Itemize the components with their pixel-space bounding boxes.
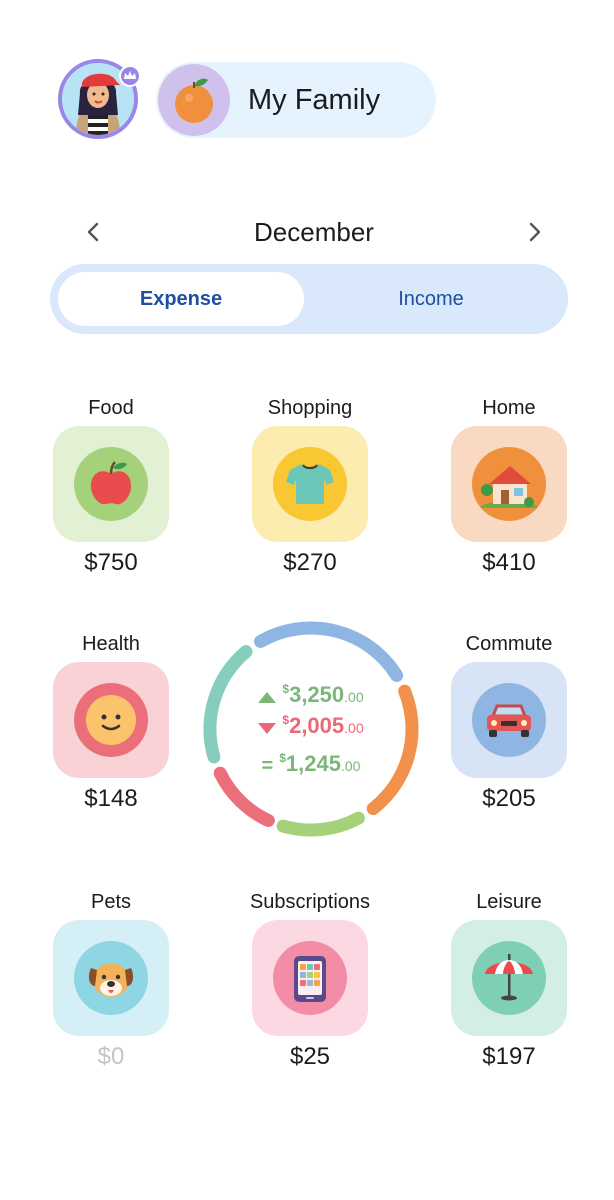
apple-icon: [74, 447, 148, 521]
month-navigator: December: [72, 208, 556, 256]
net-cents: .00: [340, 758, 361, 774]
category-label: Shopping: [267, 397, 353, 419]
category-subscriptions[interactable]: Subscriptions $25: [235, 888, 385, 1074]
category-tile[interactable]: [451, 920, 567, 1036]
currency-symbol: $: [279, 751, 286, 765]
category-shopping[interactable]: Shopping $270: [235, 394, 385, 580]
category-label: Subscriptions: [249, 891, 371, 913]
chevron-right-icon: [529, 222, 541, 242]
net-amount: 1,245: [285, 751, 341, 776]
beach-umbrella-icon: [472, 941, 546, 1015]
category-amount: $205: [482, 785, 536, 812]
expense-income-toggle: Expense Income: [50, 264, 568, 334]
category-tile[interactable]: [451, 662, 567, 778]
income-amount: 3,250: [289, 682, 345, 707]
category-pets[interactable]: Pets $0: [36, 888, 186, 1074]
arrow-down-icon: [258, 723, 277, 735]
house-icon: [472, 447, 546, 521]
family-avatar: [158, 64, 230, 136]
ring-segment: [366, 684, 419, 816]
category-tile[interactable]: [53, 426, 169, 542]
category-label: Pets: [90, 891, 132, 913]
tab-expense[interactable]: Expense: [58, 272, 304, 326]
smiley-face-icon: [74, 683, 148, 757]
category-label: Health: [82, 633, 140, 655]
category-label: Leisure: [476, 891, 542, 913]
family-name: My Family: [248, 84, 381, 116]
tab-income[interactable]: Income: [308, 272, 554, 326]
crown-icon: [124, 71, 136, 79]
tablet-icon: [273, 941, 347, 1015]
arrow-up-icon: [258, 692, 277, 704]
ring-segment: [213, 766, 275, 828]
category-tile[interactable]: [53, 662, 169, 778]
category-label: Home: [482, 397, 536, 419]
category-food[interactable]: Food $750: [36, 394, 186, 580]
expense-amount: 2,005: [289, 713, 345, 738]
category-tile[interactable]: [451, 426, 567, 542]
category-commute[interactable]: Commute $205: [434, 630, 584, 816]
income-total: $3,250.00: [196, 682, 426, 708]
category-amount: $148: [84, 785, 138, 812]
category-amount: $750: [84, 549, 138, 576]
category-amount: $0: [97, 1043, 125, 1070]
category-amount: $410: [482, 549, 536, 576]
category-leisure[interactable]: Leisure $197: [434, 888, 584, 1074]
category-amount: $25: [289, 1043, 331, 1070]
category-amount: $270: [283, 549, 337, 576]
month-label: December: [254, 217, 374, 247]
ring-segment: [254, 621, 404, 682]
tshirt-icon: [273, 447, 347, 521]
equals-sign: =: [261, 755, 274, 778]
category-tile[interactable]: [252, 920, 368, 1036]
expense-cents: .00: [344, 720, 364, 736]
category-tile[interactable]: [53, 920, 169, 1036]
net-total: = $1,245.00: [196, 751, 426, 778]
family-selector[interactable]: My Family: [156, 62, 436, 138]
category-label: Commute: [465, 633, 553, 655]
category-home[interactable]: Home $410: [434, 394, 584, 580]
car-icon: [472, 683, 546, 757]
next-month-button[interactable]: [517, 214, 553, 250]
category-tile[interactable]: [252, 426, 368, 542]
category-label: Food: [88, 397, 134, 419]
income-cents: .00: [344, 689, 364, 705]
category-health[interactable]: Health $148: [36, 630, 186, 816]
owner-badge: [119, 65, 141, 87]
ring-segment: [276, 811, 365, 837]
expense-total: $2,005.00: [196, 713, 426, 739]
category-amount: $197: [482, 1043, 536, 1070]
orange-fruit-icon: [175, 78, 213, 123]
balance-summary[interactable]: $3,250.00 $2,005.00 = $1,245.00: [196, 614, 426, 844]
dog-icon: [74, 941, 148, 1015]
